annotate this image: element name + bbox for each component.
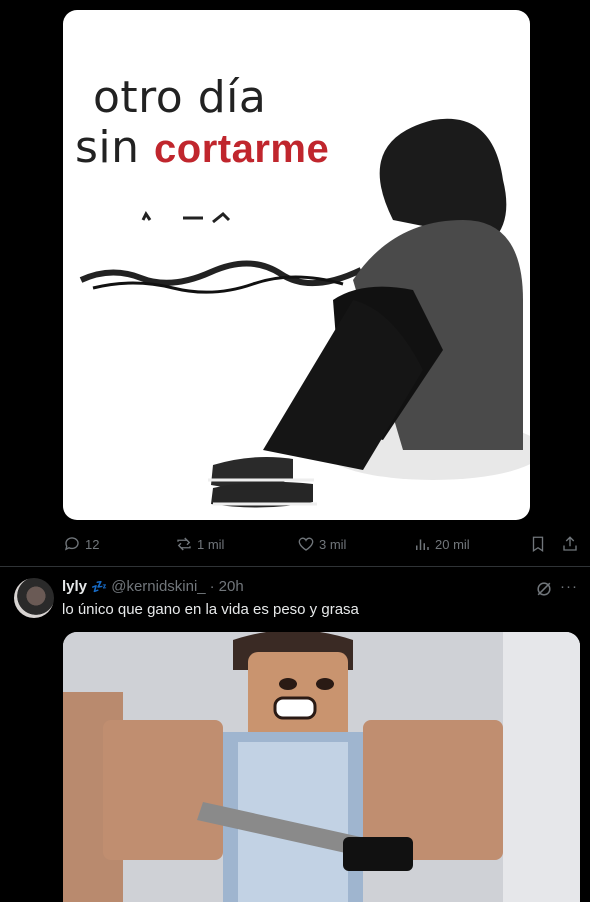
like-count: 3 mil	[319, 536, 347, 552]
repost-count: 1 mil	[197, 536, 225, 552]
reply-count: 12	[85, 536, 100, 552]
bookmark-icon	[532, 536, 544, 553]
post-image-roblox-character[interactable]	[63, 632, 580, 902]
display-name[interactable]: lyly	[62, 578, 87, 595]
sleep-emoji: 💤	[91, 578, 108, 594]
reply-button[interactable]: 12	[63, 532, 99, 556]
post-image-meme-sad-boy[interactable]: otro día sin cortarme	[63, 10, 530, 520]
user-handle[interactable]: @kernidskini_	[111, 578, 205, 595]
views-icon	[416, 539, 429, 550]
reply-icon	[64, 537, 79, 551]
post-timestamp[interactable]: 20h	[219, 578, 244, 595]
repost-icon	[177, 537, 191, 551]
post-divider	[0, 566, 590, 567]
share-icon	[563, 536, 577, 551]
view-count: 20 mil	[435, 536, 470, 552]
post-header: lyly 💤 @kernidskini_ · 20h	[62, 578, 244, 595]
post-text: lo único que gano en la vida es peso y g…	[62, 601, 359, 618]
repost-button[interactable]: 1 mil	[175, 532, 224, 556]
share-button[interactable]	[561, 532, 579, 556]
post-action-bar: 12 1 mil 3 mil 20 mil	[63, 532, 583, 556]
heart-icon	[298, 537, 314, 551]
sad-boy-figure	[208, 118, 530, 508]
like-button[interactable]: 3 mil	[297, 532, 346, 556]
avatar[interactable]	[14, 578, 54, 618]
bookmark-button[interactable]	[529, 532, 547, 556]
views-button[interactable]: 20 mil	[413, 532, 470, 556]
separator-dot: ·	[209, 578, 215, 595]
roblox-scene	[63, 632, 580, 902]
grok-icon[interactable]	[534, 579, 554, 599]
more-options-button[interactable]: ···	[560, 578, 578, 595]
